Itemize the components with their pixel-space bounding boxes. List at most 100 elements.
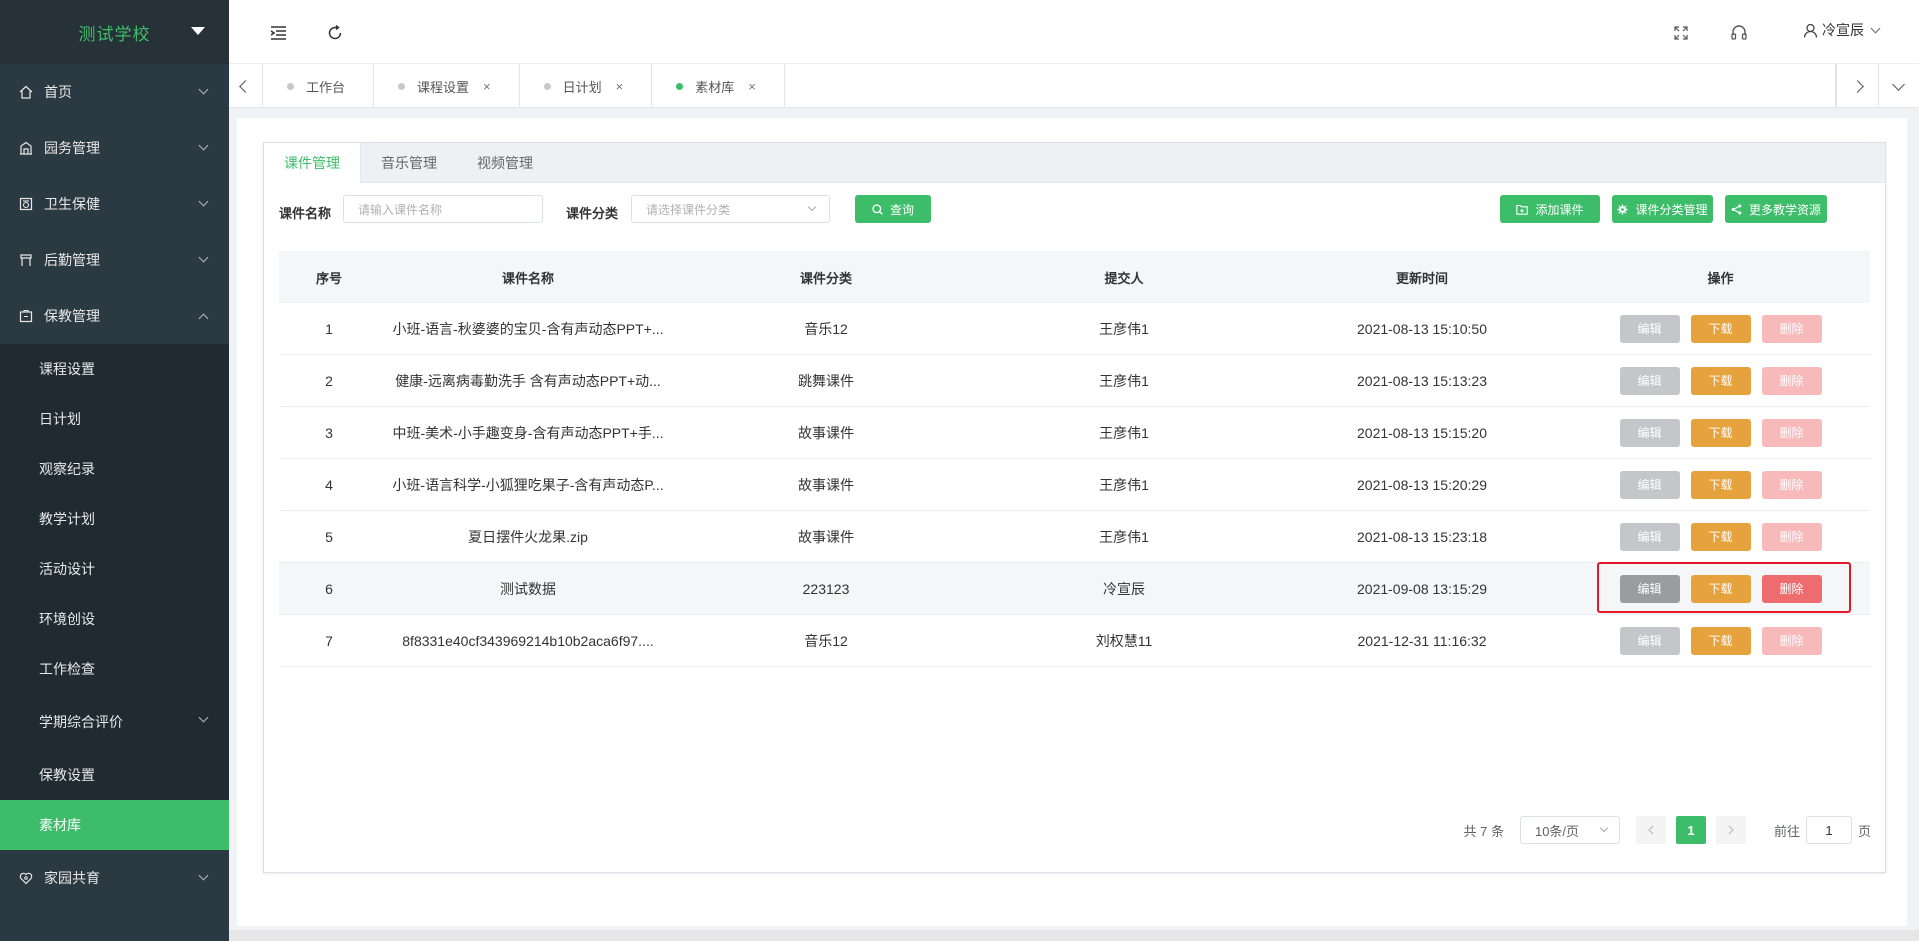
tab-dot-icon [398,82,406,90]
close-icon[interactable]: × [616,79,624,94]
download-button[interactable]: 下载 [1690,626,1751,655]
headset-icon[interactable] [1730,24,1748,42]
page-size-select[interactable]: 10条/页 [1519,816,1620,844]
tab-music[interactable]: 音乐管理 [361,143,457,183]
courseware-name-cell: 8f8331e40cf343969214b10b2aca6f97.... [402,632,654,649]
sidebar-item-logistics[interactable]: 后勤管理 [0,232,229,288]
download-button[interactable]: 下载 [1690,366,1751,395]
chevron-right-icon [1728,825,1734,835]
close-icon[interactable]: × [748,79,756,94]
page-tabs: 工作台 课程设置 × 日计划 × 素材库 × [263,64,1835,108]
add-courseware-button[interactable]: 添加课件 [1500,195,1600,223]
caret-down-icon[interactable] [191,27,205,35]
delete-button[interactable]: 删除 [1761,366,1822,395]
edit-button[interactable]: 编辑 [1619,314,1680,343]
delete-button[interactable]: 删除 [1761,470,1822,499]
table-row: 7 8f8331e40cf343969214b10b2aca6f97.... 音乐1… [279,615,1870,667]
sidebar-subitem-environment[interactable]: 环境创设 [0,594,229,644]
category-filter-label: 课件分类 [566,206,619,221]
sidebar-subitem-education-settings[interactable]: 保教设置 [0,750,229,800]
delete-button[interactable]: 删除 [1761,418,1822,447]
chevron-down-icon [1599,823,1609,833]
tabs-scroll-left-button[interactable] [229,64,263,108]
sidebar-subitem-semester-evaluation[interactable]: 学期综合评价 [0,694,229,750]
category-manage-button[interactable]: 课件分类管理 [1612,195,1713,223]
category-cell: 音乐12 [804,632,848,649]
tabs-scroll-right-button[interactable] [1836,64,1878,108]
close-icon[interactable]: × [483,79,491,94]
top-header: 冷宣辰 [229,0,1919,64]
sidebar-subitem-activity-design[interactable]: 活动设计 [0,544,229,594]
tab-courseware[interactable]: 课件管理 [264,143,361,183]
sidebar-subitem-observation[interactable]: 观察纪录 [0,444,229,494]
sidebar-subitem-course-settings[interactable]: 课程设置 [0,344,229,394]
edit-button[interactable]: 编辑 [1619,366,1680,395]
page-tab-material-library[interactable]: 素材库 × [652,64,785,108]
courseware-name-cell: 测试数据 [500,580,556,597]
page-tab-daily-plan[interactable]: 日计划 × [520,64,653,108]
sidebar-subitem-material-library[interactable]: 素材库 [0,800,229,850]
school-switcher[interactable]: 测试学校 [0,0,229,64]
row-number-cell: 7 [325,632,333,649]
home-icon [18,84,34,100]
download-button[interactable]: 下载 [1690,522,1751,551]
next-page-button[interactable] [1715,816,1746,844]
sidebar-subitem-daily-plan[interactable]: 日计划 [0,394,229,444]
category-cell: 故事课件 [798,424,854,441]
heart-icon [18,870,34,886]
tab-dot-icon [676,82,684,90]
edit-button[interactable]: 编辑 [1619,522,1680,551]
page-number-current[interactable]: 1 [1675,816,1706,844]
tabs-menu-button[interactable] [1877,64,1919,108]
search-button[interactable]: 查询 [855,195,931,223]
edit-button[interactable]: 编辑 [1619,470,1680,499]
name-filter-input[interactable]: 请输入课件名称 [343,195,543,223]
prev-page-button[interactable] [1635,816,1666,844]
tab-video[interactable]: 视频管理 [457,143,553,183]
page-tab-dashboard[interactable]: 工作台 [263,64,375,108]
sidebar: 测试学校 首页 园务管理 卫生保健 后勤管理 保教管理 课程设置 日计划 观察纪… [0,0,229,941]
actions-cell: 编辑 下载 删除 [1571,418,1870,447]
sidebar-item-home-school[interactable]: 家园共育 [0,850,229,906]
sidebar-item-campus[interactable]: 园务管理 [0,120,229,176]
delete-button[interactable]: 删除 [1761,522,1822,551]
delete-button[interactable]: 删除 [1761,626,1822,655]
category-filter-select[interactable]: 请选择课件分类 [631,195,830,223]
panel-tabs: 课件管理 音乐管理 视频管理 [264,143,1885,183]
download-button[interactable]: 下载 [1690,418,1751,447]
edit-button[interactable]: 编辑 [1619,574,1680,603]
download-button[interactable]: 下载 [1690,574,1751,603]
chevron-right-icon [1850,79,1864,93]
tab-dot-icon [287,82,294,90]
courseware-name-cell: 健康-远离病毒勤洗手 含有声动态PPT+动... [395,372,661,389]
page-jumper: 前往 1 页 [1774,816,1871,844]
edit-button[interactable]: 编辑 [1619,626,1680,655]
actions-cell: 编辑 下载 删除 [1571,314,1870,343]
sidebar-item-education[interactable]: 保教管理 [0,288,229,344]
row-number-cell: 6 [325,580,333,597]
download-button[interactable]: 下载 [1690,314,1751,343]
delete-button[interactable]: 删除 [1761,314,1822,343]
sidebar-item-home[interactable]: 首页 [0,64,229,120]
collapse-menu-icon[interactable] [270,24,288,42]
more-resources-button[interactable]: 更多教学资源 [1725,195,1827,223]
sidebar-subitem-label: 保教设置 [39,767,95,783]
chevron-down-icon [807,202,817,212]
column-header: 操作 [1707,270,1734,286]
edit-button[interactable]: 编辑 [1619,418,1680,447]
refresh-icon[interactable] [326,24,344,42]
horizontal-scrollbar[interactable] [229,930,1919,941]
tab-label: 视频管理 [477,155,533,171]
share-icon [1731,204,1742,215]
user-menu[interactable]: 冷宣辰 [1803,20,1881,40]
goto-page-input[interactable]: 1 [1805,816,1852,844]
sidebar-subitem-teaching-plan[interactable]: 教学计划 [0,494,229,544]
sidebar-item-health[interactable]: 卫生保健 [0,176,229,232]
chevron-down-icon [1892,77,1906,91]
sidebar-subitem-work-check[interactable]: 工作检查 [0,644,229,694]
download-button[interactable]: 下载 [1690,470,1751,499]
tab-dot-icon [543,82,551,90]
page-tab-course-settings[interactable]: 课程设置 × [374,64,520,108]
fullscreen-icon[interactable] [1672,24,1690,42]
delete-button[interactable]: 删除 [1761,574,1822,603]
